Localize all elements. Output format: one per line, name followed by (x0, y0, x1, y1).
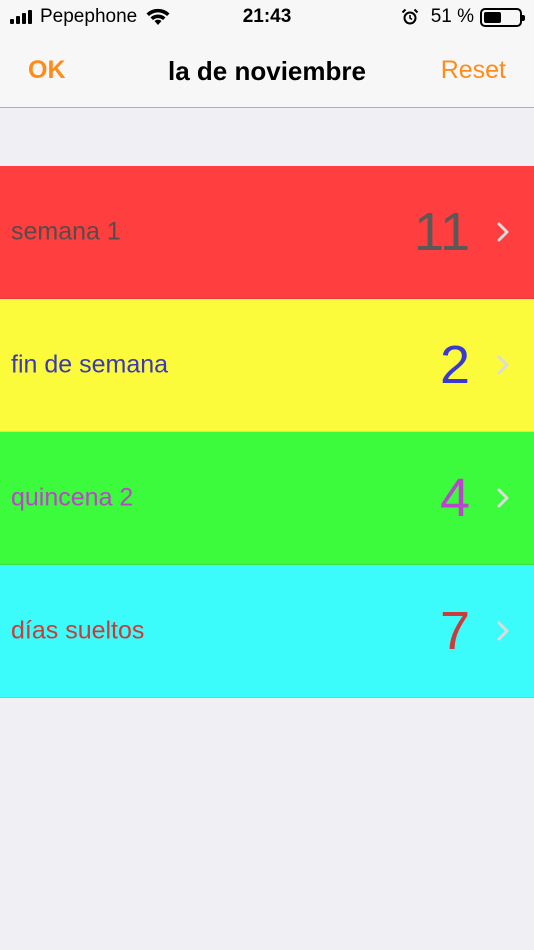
status-bar: Pepephone 21:43 51 % (0, 0, 534, 36)
alarm-clock-icon (401, 8, 418, 25)
list-item-label: días sueltos (11, 616, 145, 645)
chevron-right-icon (497, 488, 509, 508)
status-right: 51 % (401, 6, 525, 28)
reset-button[interactable]: Reset (441, 56, 506, 85)
list-item-fin-de-semana[interactable]: fin de semana 2 (0, 299, 534, 432)
list-item-label: quincena 2 (11, 483, 134, 512)
chevron-right-icon (497, 222, 509, 242)
navigation-bar: OK la de noviembre Reset (0, 36, 534, 108)
list-item-semana-1[interactable]: semana 1 11 (0, 166, 534, 299)
list-item-count: 4 (439, 468, 470, 528)
list-item-count: 7 (439, 601, 470, 661)
list-item-label: semana 1 (11, 217, 121, 246)
chevron-right-icon (497, 621, 509, 641)
battery-icon (480, 7, 525, 27)
battery-percentage: 51 % (430, 6, 474, 27)
list-item-count: 2 (439, 335, 470, 395)
list-item-label: fin de semana (11, 350, 169, 379)
category-list: semana 1 11 fin de semana 2 quincena 2 4… (0, 166, 534, 698)
list-item-dias-sueltos[interactable]: días sueltos 7 (0, 565, 534, 698)
list-item-quincena-2[interactable]: quincena 2 4 (0, 432, 534, 565)
list-item-count: 11 (413, 202, 470, 262)
chevron-right-icon (497, 355, 509, 375)
